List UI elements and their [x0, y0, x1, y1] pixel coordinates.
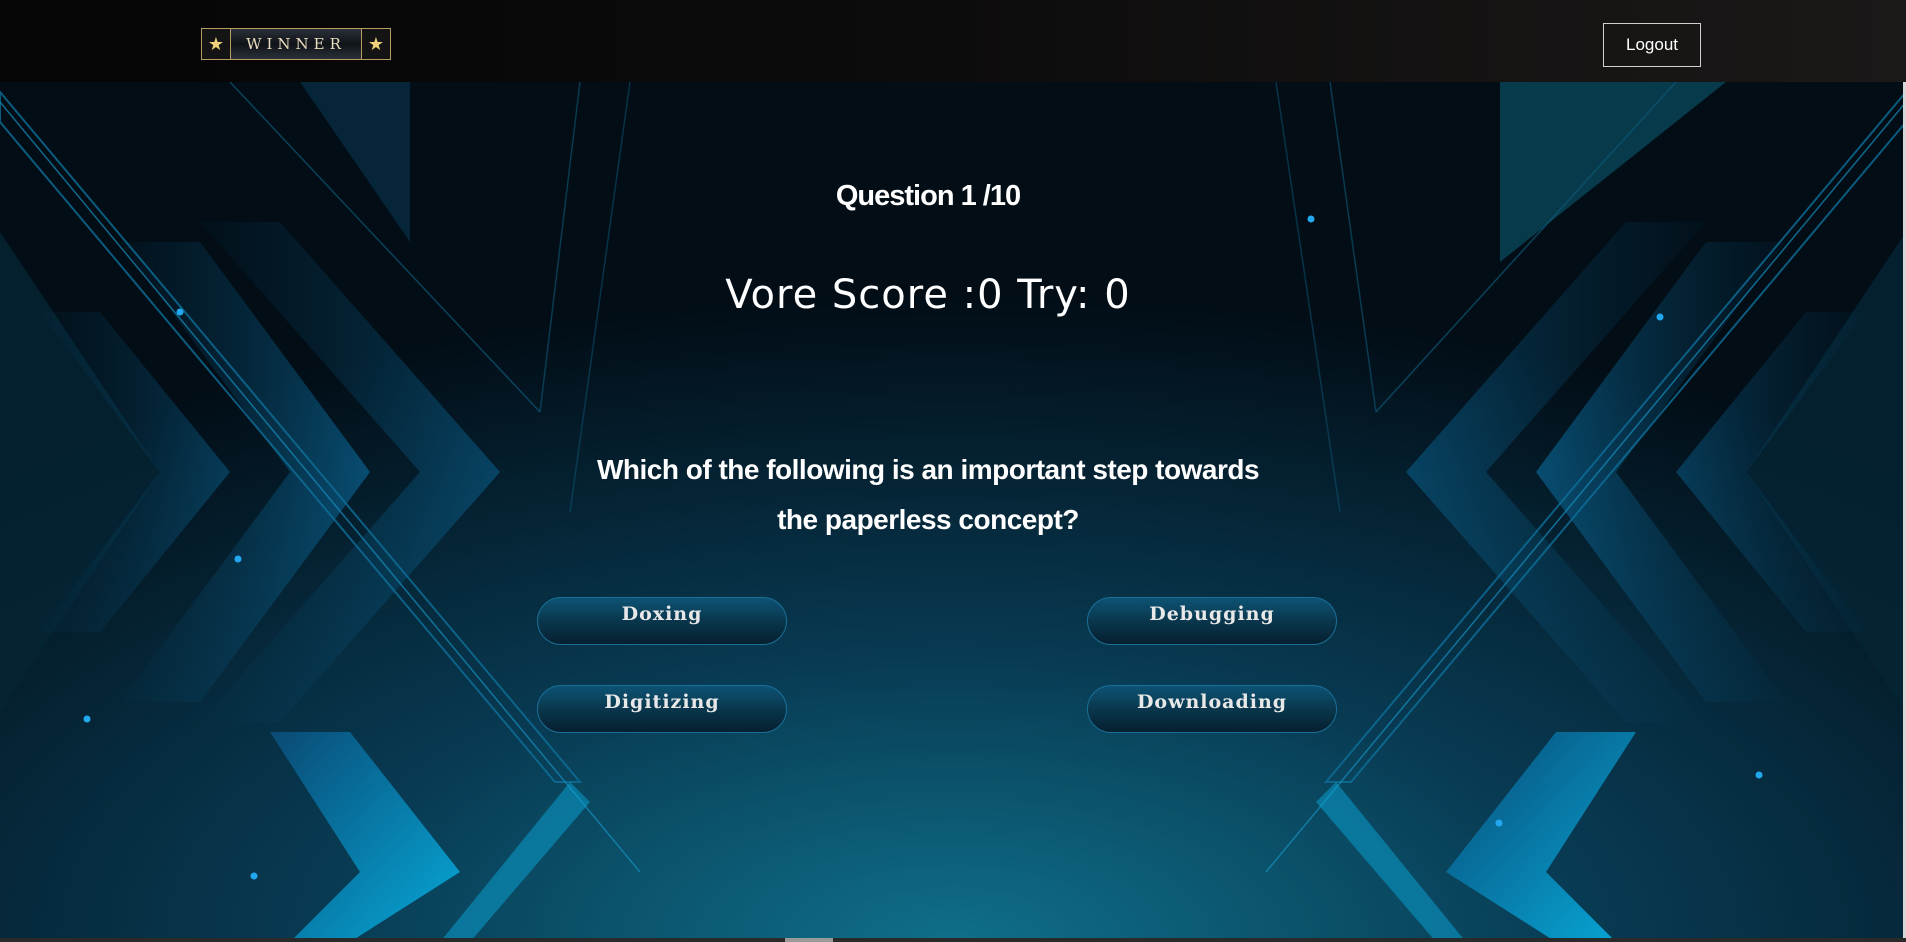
score-display: Vore Score :0 Try: 0 — [725, 272, 1131, 318]
horizontal-scrollbar-thumb[interactable] — [785, 938, 833, 942]
horizontal-scrollbar[interactable] — [0, 938, 1906, 942]
logo-text: WINNER — [246, 35, 346, 53]
top-navbar: ★ WINNER ★ Logout — [0, 0, 1906, 82]
question-counter: Question 1 /10 — [835, 180, 1021, 212]
logout-button[interactable]: Logout — [1603, 23, 1701, 67]
answer-button-downloading[interactable]: Downloading — [1087, 685, 1337, 733]
answer-button-doxing[interactable]: Doxing — [537, 597, 787, 645]
answer-button-digitizing[interactable]: Digitizing — [537, 685, 787, 733]
winner-logo[interactable]: ★ WINNER ★ — [201, 28, 391, 60]
answer-button-debugging[interactable]: Debugging — [1087, 597, 1337, 645]
quiz-content: Question 1 /10 Vore Score :0 Try: 0 Whic… — [0, 0, 1906, 942]
quiz-page: ★ WINNER ★ Logout Question 1 /10 Vore Sc… — [0, 0, 1906, 942]
star-icon: ★ — [202, 29, 231, 59]
question-text: Which of the following is an important s… — [596, 454, 1260, 535]
star-icon: ★ — [361, 29, 390, 59]
